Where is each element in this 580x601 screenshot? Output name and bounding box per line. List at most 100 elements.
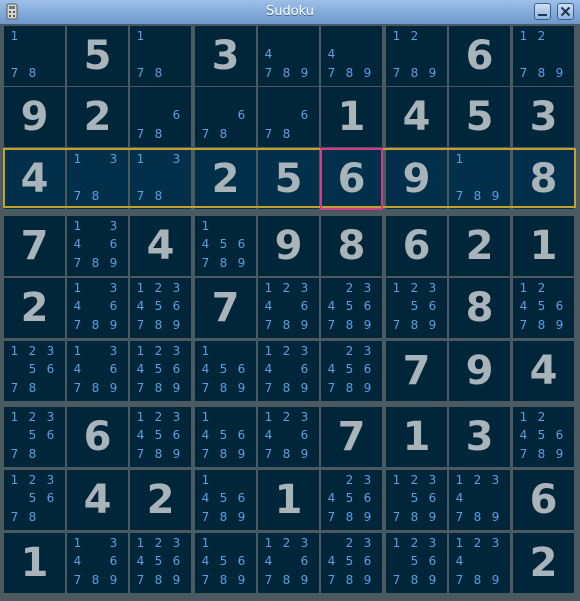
sudoku-cell[interactable]: 7	[386, 341, 447, 401]
cell-value: 9	[465, 348, 494, 394]
sudoku-cell[interactable]: 6 78	[130, 87, 191, 147]
sudoku-cell[interactable]: 6	[321, 149, 382, 209]
sudoku-cell[interactable]: 2	[513, 533, 574, 593]
cell-candidate: 3	[46, 410, 55, 424]
sudoku-cell[interactable]: 23 456 789	[321, 278, 382, 338]
sudoku-cell[interactable]: 23 456 789	[321, 533, 382, 593]
sudoku-cell[interactable]: 6	[386, 216, 447, 276]
sudoku-cell[interactable]: 12356 78	[4, 470, 65, 530]
sudoku-cell[interactable]: 12356 789	[386, 278, 447, 338]
minimize-button[interactable]	[534, 3, 551, 20]
cell-candidate: 6	[46, 362, 55, 376]
sudoku-cell[interactable]: 1 456 789	[195, 216, 256, 276]
sudoku-cell[interactable]: 123 456 789	[130, 278, 191, 338]
sudoku-cell[interactable]: 1 78	[4, 26, 65, 86]
cell-candidate: 4	[201, 491, 210, 505]
cell-candidate: 4	[136, 362, 145, 376]
sudoku-cell[interactable]: 9	[449, 341, 510, 401]
cell-value: 1	[337, 94, 366, 140]
sudoku-cell[interactable]: 2	[4, 278, 65, 338]
cell-candidate: 5	[219, 362, 228, 376]
sudoku-cell[interactable]: 1	[513, 216, 574, 276]
sudoku-cell[interactable]: 2	[67, 87, 128, 147]
sudoku-cell[interactable]: 4	[386, 87, 447, 147]
sudoku-cell[interactable]: 4	[130, 216, 191, 276]
cell-candidate: 1	[264, 410, 273, 424]
sudoku-cell[interactable]: 9	[4, 87, 65, 147]
sudoku-cell[interactable]: 1 456 789	[195, 533, 256, 593]
sudoku-cell[interactable]: 4 789	[321, 26, 382, 86]
sudoku-cell[interactable]: 7	[321, 407, 382, 467]
cell-candidate: 7	[201, 127, 210, 141]
sudoku-cell[interactable]: 123 4 6 789	[258, 341, 319, 401]
sudoku-cell[interactable]: 8	[321, 216, 382, 276]
sudoku-cell[interactable]: 1 456 789	[195, 470, 256, 530]
cell-value: 5	[83, 33, 112, 79]
sudoku-cell[interactable]: 1	[386, 407, 447, 467]
sudoku-cell[interactable]: 6	[449, 26, 510, 86]
cell-candidate: 6	[363, 554, 372, 568]
sudoku-cell[interactable]: 1 456 789	[195, 407, 256, 467]
sudoku-cell[interactable]: 1 3 78	[67, 149, 128, 209]
sudoku-cell[interactable]: 5	[449, 87, 510, 147]
sudoku-cell[interactable]: 4	[4, 149, 65, 209]
sudoku-board: 1785178347894789127896127899267867867814…	[0, 24, 580, 601]
sudoku-cell[interactable]: 7	[4, 216, 65, 276]
sudoku-cell[interactable]: 3	[449, 407, 510, 467]
sudoku-cell[interactable]: 1 3 78	[130, 149, 191, 209]
sudoku-cell[interactable]: 12356 789	[386, 470, 447, 530]
sudoku-cell[interactable]: 12 789	[513, 26, 574, 86]
sudoku-cell[interactable]: 6 78	[195, 87, 256, 147]
sudoku-cell[interactable]: 6 78	[258, 87, 319, 147]
sudoku-cell[interactable]: 1 3 4 6 789	[67, 216, 128, 276]
sudoku-cell[interactable]: 5	[258, 149, 319, 209]
sudoku-cell[interactable]: 1 3 4 6 789	[67, 533, 128, 593]
sudoku-cell[interactable]: 1 456 789	[195, 341, 256, 401]
sudoku-cell[interactable]: 123 4 6 789	[258, 407, 319, 467]
title-bar[interactable]: Sudoku	[0, 0, 580, 25]
sudoku-cell[interactable]: 4	[67, 470, 128, 530]
sudoku-cell[interactable]: 12456 789	[513, 278, 574, 338]
sudoku-cell[interactable]: 4	[513, 341, 574, 401]
sudoku-cell[interactable]: 123 456 789	[130, 341, 191, 401]
sudoku-cell[interactable]: 3	[513, 87, 574, 147]
sudoku-cell[interactable]: 2	[449, 216, 510, 276]
cell-candidate: 6	[237, 237, 246, 251]
sudoku-cell[interactable]: 7	[195, 278, 256, 338]
cell-candidate: 6	[363, 299, 372, 313]
sudoku-cell[interactable]: 6	[67, 407, 128, 467]
sudoku-cell[interactable]: 2	[130, 470, 191, 530]
sudoku-cell[interactable]: 1 3 4 6 789	[67, 278, 128, 338]
sudoku-cell[interactable]: 9	[386, 149, 447, 209]
sudoku-cell[interactable]: 12356 78	[4, 341, 65, 401]
sudoku-cell[interactable]: 1789	[449, 149, 510, 209]
sudoku-cell[interactable]: 12356 789	[386, 533, 447, 593]
sudoku-cell[interactable]: 5	[67, 26, 128, 86]
sudoku-cell[interactable]: 23 456 789	[321, 470, 382, 530]
sudoku-cell[interactable]: 9	[258, 216, 319, 276]
close-button[interactable]	[557, 3, 574, 20]
cell-candidate: 9	[172, 381, 181, 395]
sudoku-cell[interactable]: 123 4 6 789	[258, 278, 319, 338]
sudoku-cell[interactable]: 123 456 789	[130, 407, 191, 467]
sudoku-cell[interactable]: 1 3 4 6 789	[67, 341, 128, 401]
sudoku-cell[interactable]: 23 456 789	[321, 341, 382, 401]
sudoku-cell[interactable]: 8	[513, 149, 574, 209]
sudoku-cell[interactable]: 4 789	[258, 26, 319, 86]
sudoku-cell[interactable]: 6	[513, 470, 574, 530]
sudoku-cell[interactable]: 123 4 6 789	[258, 533, 319, 593]
sudoku-cell[interactable]: 1	[321, 87, 382, 147]
sudoku-cell[interactable]: 123 456 789	[130, 533, 191, 593]
sudoku-cell[interactable]: 123 4 789	[449, 533, 510, 593]
sudoku-cell[interactable]: 1 78	[130, 26, 191, 86]
sudoku-cell[interactable]: 8	[449, 278, 510, 338]
cell-candidate: 3	[46, 473, 55, 487]
sudoku-cell[interactable]: 12 789	[386, 26, 447, 86]
sudoku-cell[interactable]: 3	[195, 26, 256, 86]
sudoku-cell[interactable]: 1	[4, 533, 65, 593]
sudoku-cell[interactable]: 1	[258, 470, 319, 530]
sudoku-cell[interactable]: 123 4 789	[449, 470, 510, 530]
sudoku-cell[interactable]: 12356 78	[4, 407, 65, 467]
sudoku-cell[interactable]: 2	[195, 149, 256, 209]
sudoku-cell[interactable]: 12456 789	[513, 407, 574, 467]
